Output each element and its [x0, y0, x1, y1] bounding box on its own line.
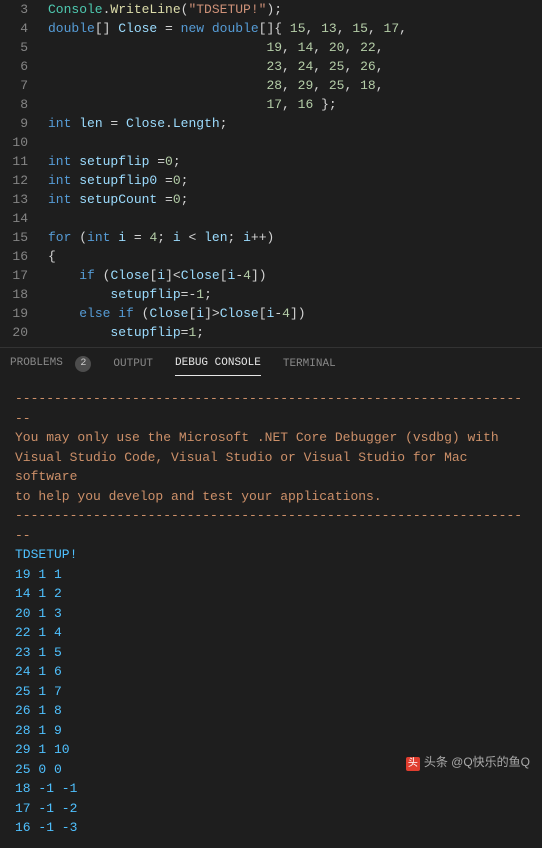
line-number: 4 — [0, 19, 28, 38]
console-output-line: 14 1 2 — [15, 584, 527, 604]
code-line[interactable]: for (int i = 4; i < len; i++) — [48, 228, 542, 247]
tab-debug-console[interactable]: DEBUG CONSOLE — [175, 351, 261, 376]
line-number: 11 — [0, 152, 28, 171]
problems-badge: 2 — [75, 356, 91, 372]
code-line[interactable]: 23, 24, 25, 26, — [48, 57, 542, 76]
line-number: 18 — [0, 285, 28, 304]
code-line[interactable]: Console.WriteLine("TDSETUP!"); — [48, 0, 542, 19]
console-output-line: 24 1 6 — [15, 662, 527, 682]
console-divider: ----------------------------------------… — [15, 506, 527, 545]
line-number: 5 — [0, 38, 28, 57]
watermark-text: 头条 @Q快乐的鱼Q — [424, 755, 530, 769]
console-output-line: 28 1 9 — [15, 721, 527, 741]
console-output-line: 18 -1 -1 — [15, 779, 527, 799]
console-output-line: 19 1 1 — [15, 565, 527, 585]
code-line[interactable]: 19, 14, 20, 22, — [48, 38, 542, 57]
tab-problems[interactable]: PROBLEMS 2 — [10, 350, 91, 378]
line-number: 3 — [0, 0, 28, 19]
console-output-line: TDSETUP! — [15, 545, 527, 565]
line-number: 16 — [0, 247, 28, 266]
tab-output[interactable]: OUTPUT — [113, 352, 153, 376]
line-gutter: 34567891011121314151617181920 — [0, 0, 40, 347]
toutiao-logo-icon: 头 — [406, 757, 420, 771]
code-editor[interactable]: 34567891011121314151617181920 Console.Wr… — [0, 0, 542, 347]
console-output-line: 16 -1 -3 — [15, 818, 527, 838]
code-area[interactable]: Console.WriteLine("TDSETUP!");double[] C… — [40, 0, 542, 347]
code-line[interactable]: int setupCount =0; — [48, 190, 542, 209]
line-number: 20 — [0, 323, 28, 342]
code-line[interactable] — [48, 133, 542, 152]
line-number: 8 — [0, 95, 28, 114]
line-number: 9 — [0, 114, 28, 133]
code-line[interactable] — [48, 209, 542, 228]
code-line[interactable]: { — [48, 247, 542, 266]
console-message: to help you develop and test your applic… — [15, 487, 527, 507]
watermark: 头头条 @Q快乐的鱼Q — [406, 753, 530, 771]
console-output-line: 22 1 4 — [15, 623, 527, 643]
code-line[interactable]: 17, 16 }; — [48, 95, 542, 114]
tab-problems-label: PROBLEMS — [10, 357, 63, 369]
debug-console[interactable]: ----------------------------------------… — [0, 379, 542, 848]
console-message: You may only use the Microsoft .NET Core… — [15, 428, 527, 448]
code-line[interactable]: setupflip=1; — [48, 323, 542, 342]
code-line[interactable]: double[] Close = new double[]{ 15, 13, 1… — [48, 19, 542, 38]
code-line[interactable]: if (Close[i]<Close[i-4]) — [48, 266, 542, 285]
line-number: 15 — [0, 228, 28, 247]
console-output-line: 20 1 3 — [15, 604, 527, 624]
line-number: 10 — [0, 133, 28, 152]
code-line[interactable]: else if (Close[i]>Close[i-4]) — [48, 304, 542, 323]
code-line[interactable]: 28, 29, 25, 18, — [48, 76, 542, 95]
line-number: 13 — [0, 190, 28, 209]
console-output-line: 23 1 5 — [15, 643, 527, 663]
console-divider: ----------------------------------------… — [15, 389, 527, 428]
line-number: 14 — [0, 209, 28, 228]
console-output-line: 26 1 8 — [15, 701, 527, 721]
panel-tabs: PROBLEMS 2 OUTPUT DEBUG CONSOLE TERMINAL — [0, 347, 542, 379]
code-line[interactable]: int setupflip0 =0; — [48, 171, 542, 190]
tab-terminal[interactable]: TERMINAL — [283, 352, 336, 376]
code-line[interactable]: int setupflip =0; — [48, 152, 542, 171]
line-number: 7 — [0, 76, 28, 95]
console-output-line: 25 1 7 — [15, 682, 527, 702]
line-number: 17 — [0, 266, 28, 285]
code-line[interactable]: setupflip=-1; — [48, 285, 542, 304]
code-line[interactable]: int len = Close.Length; — [48, 114, 542, 133]
console-output-line: 17 -1 -2 — [15, 799, 527, 819]
line-number: 19 — [0, 304, 28, 323]
console-message: Visual Studio Code, Visual Studio or Vis… — [15, 448, 527, 487]
line-number: 12 — [0, 171, 28, 190]
line-number: 6 — [0, 57, 28, 76]
